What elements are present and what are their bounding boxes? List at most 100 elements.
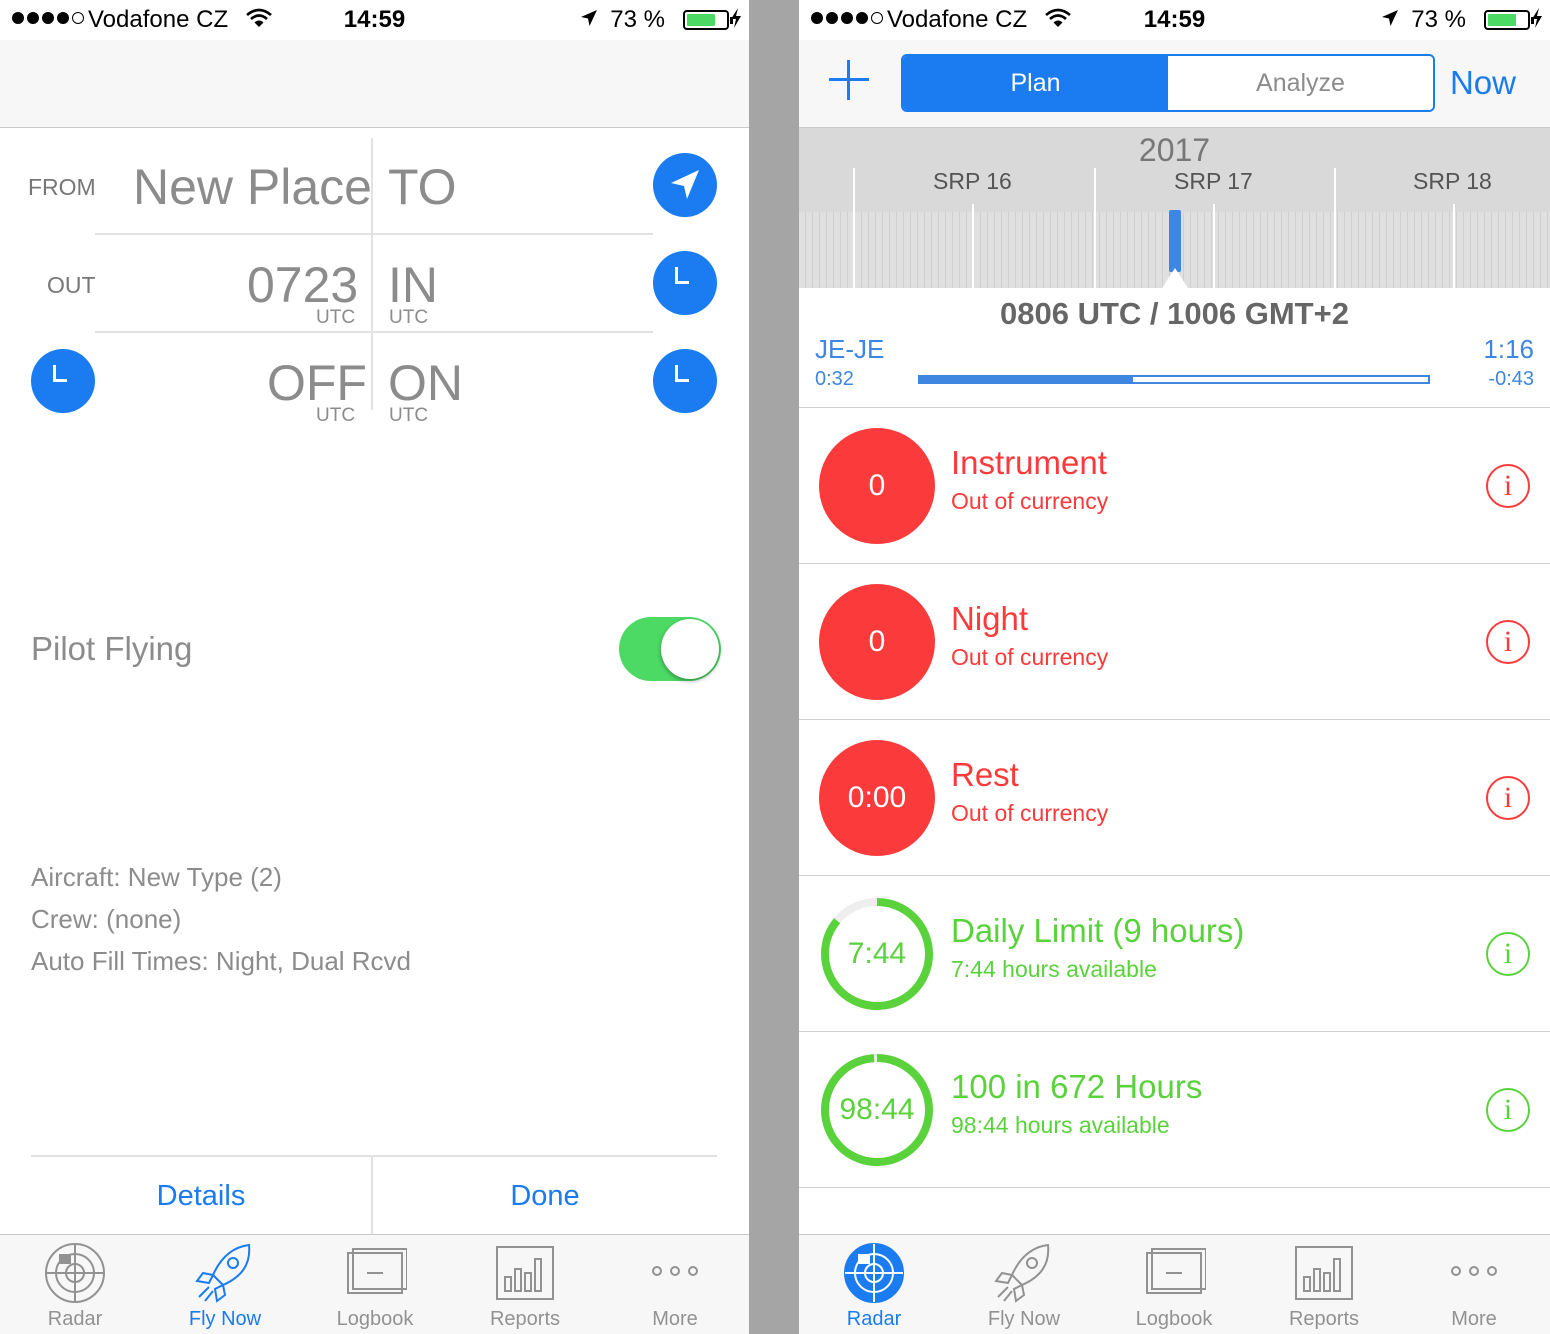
now-button[interactable]: Now	[1450, 64, 1516, 102]
currency-subtitle: Out of currency	[951, 800, 1109, 826]
off-time-field[interactable]: OFF	[267, 354, 367, 412]
nav-bar: Plan Analyze Now	[799, 40, 1550, 128]
divider	[31, 1155, 717, 1157]
status-bar: Vodafone CZ 14:59 73 %	[799, 0, 1550, 40]
timeline-scrubber[interactable]: 2017 SRP 16 SRP 17 SRP 18	[799, 128, 1550, 288]
details-button[interactable]: Details	[31, 1180, 371, 1213]
currency-row[interactable]: 98:44 100 in 672 Hours 98:44 hours availab…	[799, 1032, 1550, 1188]
currency-subtitle: 98:44 hours available	[951, 1112, 1170, 1138]
location-arrow-icon	[671, 170, 699, 199]
currency-subtitle: Out of currency	[951, 488, 1109, 514]
tab-bar: Radar Fly Now Logbook Reports More	[799, 1234, 1550, 1334]
from-field[interactable]: New Place	[133, 158, 372, 216]
locate-button[interactable]	[653, 153, 717, 217]
toggle-knob	[661, 619, 719, 679]
pilot-flying-toggle[interactable]	[619, 617, 721, 681]
tab-radar[interactable]: Radar	[0, 1235, 150, 1334]
rocket-icon	[195, 1243, 251, 1303]
add-button[interactable]	[829, 60, 869, 100]
info-icon[interactable]: i	[1486, 776, 1530, 820]
segment-analyze[interactable]: Analyze	[1168, 56, 1433, 110]
total-time: 1:16	[1483, 334, 1534, 364]
currency-value: 0:00	[847, 781, 907, 814]
timeline-tick	[1334, 168, 1336, 288]
timeline-tick	[972, 204, 974, 288]
battery-level	[1488, 14, 1516, 26]
currency-gauge: 7:44	[819, 896, 935, 1012]
currency-title: Rest	[951, 756, 1019, 793]
divider	[371, 138, 373, 410]
tab-logbook[interactable]: Logbook	[1099, 1235, 1249, 1334]
currency-row[interactable]: 0:00 Rest Out of currency i	[799, 720, 1550, 876]
info-icon[interactable]: i	[1486, 620, 1530, 664]
currency-gauge: 0	[819, 428, 935, 544]
to-field[interactable]: TO	[388, 158, 457, 216]
on-time-field[interactable]: ON	[388, 354, 463, 412]
currency-row[interactable]: 0 Instrument Out of currency i	[799, 408, 1550, 564]
progress-fill	[920, 377, 1134, 382]
tab-more[interactable]: More	[1399, 1235, 1549, 1334]
timeline-label: SRP 16	[933, 168, 1012, 194]
currency-gauge: 98:44	[819, 1052, 935, 1168]
plan-analyze-segmented-control: Plan Analyze	[901, 54, 1435, 112]
tab-logbook[interactable]: Logbook	[300, 1235, 450, 1334]
in-clock-button[interactable]	[653, 251, 717, 315]
currency-row[interactable]: 7:44 Daily Limit (9 hours) 7:44 hours avai…	[799, 876, 1550, 1032]
tab-label: Radar	[47, 1308, 103, 1330]
info-icon[interactable]: i	[1486, 932, 1530, 976]
radar-screen: Vodafone CZ 14:59 73 % Plan Analyze Now …	[799, 0, 1550, 1334]
tab-label: Logbook	[1135, 1308, 1213, 1330]
info-icon[interactable]: i	[1486, 1088, 1530, 1132]
currency-gauge: 0:00	[819, 740, 935, 856]
tab-reports[interactable]: Reports	[1249, 1235, 1399, 1334]
tab-label: More	[1451, 1308, 1497, 1330]
timeline-tick	[853, 168, 855, 288]
crew-info: Crew: (none)	[31, 904, 182, 934]
clock-icon	[675, 267, 689, 284]
aircraft-info: Aircraft: New Type (2)	[31, 862, 282, 892]
off-utc-label: UTC	[316, 405, 356, 426]
panel-pointer	[1162, 268, 1188, 288]
on-utc-label: UTC	[389, 405, 429, 426]
currency-title: Instrument	[951, 444, 1107, 481]
timeline-tick	[1453, 204, 1455, 288]
done-button[interactable]: Done	[373, 1180, 717, 1213]
out-time-field[interactable]: 0723	[247, 256, 358, 314]
currency-row[interactable]: 0 Night Out of currency i	[799, 564, 1550, 720]
reports-icon	[496, 1246, 554, 1300]
timeline-cursor[interactable]	[1169, 210, 1181, 272]
divider	[95, 331, 653, 333]
segment-plan[interactable]: Plan	[903, 56, 1168, 110]
tab-fly-now[interactable]: Fly Now	[150, 1235, 300, 1334]
tab-bar: Radar Fly Now Logbook Reports More	[0, 1234, 749, 1334]
current-time-title: 0806 UTC / 1006 GMT+2	[1000, 296, 1349, 331]
tab-label: Reports	[489, 1308, 561, 1330]
currency-value: 7:44	[847, 937, 907, 970]
tab-radar[interactable]: Radar	[799, 1235, 949, 1334]
in-utc-label: UTC	[389, 307, 429, 328]
tab-label: Logbook	[336, 1308, 414, 1330]
off-clock-button[interactable]	[31, 349, 95, 413]
battery-percent: 73 %	[1411, 6, 1466, 33]
currency-title: 100 in 672 Hours	[951, 1068, 1203, 1105]
info-icon[interactable]: i	[1486, 464, 1530, 508]
battery-percent: 73 %	[610, 6, 665, 33]
clock-icon	[675, 365, 689, 382]
location-arrow-icon	[1382, 10, 1398, 26]
currency-title: Daily Limit (9 hours)	[951, 912, 1245, 949]
currency-gauge: 0	[819, 584, 935, 700]
tab-label: Fly Now	[987, 1308, 1061, 1330]
tab-fly-now[interactable]: Fly Now	[949, 1235, 1099, 1334]
reports-icon	[1295, 1246, 1353, 1300]
radar-icon	[45, 1243, 105, 1303]
tab-more[interactable]: More	[600, 1235, 749, 1334]
tab-reports[interactable]: Reports	[450, 1235, 600, 1334]
route-label: JE-JE	[815, 334, 885, 364]
from-label: FROM	[28, 174, 96, 200]
timeline-year: 2017	[1138, 132, 1211, 168]
on-clock-button[interactable]	[653, 349, 717, 413]
more-icon	[1451, 1266, 1497, 1276]
auto-fill-info: Auto Fill Times: Night, Dual Rcvd	[31, 946, 412, 976]
currency-value: 98:44	[839, 1093, 915, 1126]
in-time-field[interactable]: IN	[388, 256, 438, 314]
